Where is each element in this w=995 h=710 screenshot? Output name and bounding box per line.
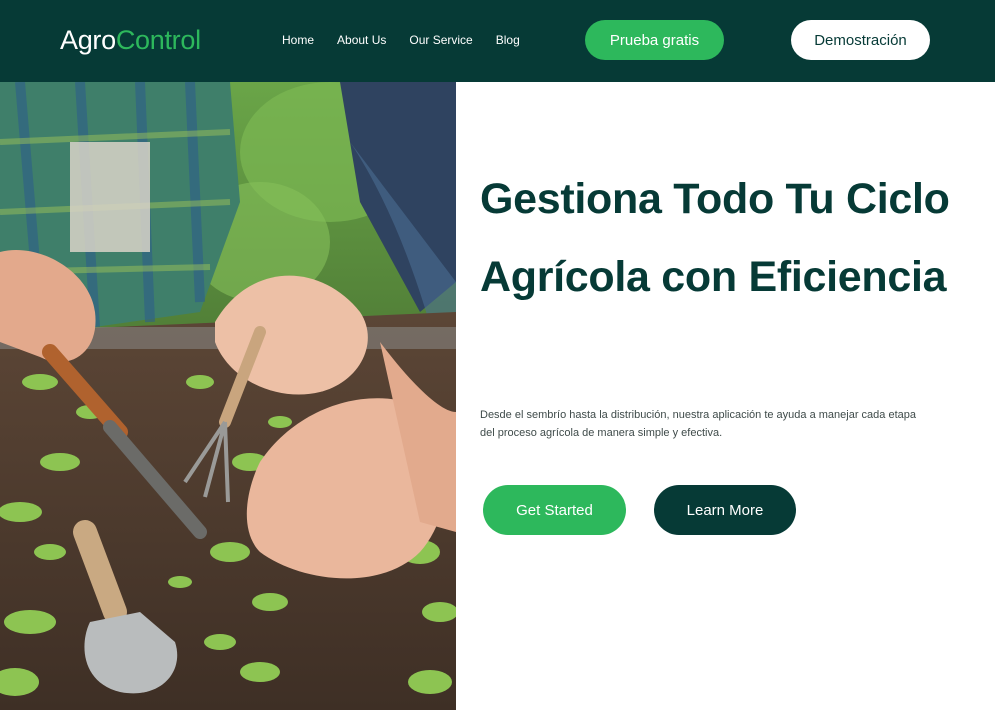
get-started-button[interactable]: Get Started	[483, 485, 626, 535]
nav-links: Home About Us Our Service Blog	[282, 33, 543, 48]
navbar: AgroControl Home About Us Our Service Bl…	[0, 0, 995, 82]
hero-description: Desde el sembrío hasta la distribución, …	[480, 409, 916, 439]
free-trial-button[interactable]: Prueba gratis	[585, 20, 724, 60]
demo-button[interactable]: Demostración	[791, 20, 930, 60]
logo[interactable]: AgroControl	[60, 22, 201, 58]
nav-link-blog[interactable]: Blog	[496, 33, 520, 48]
logo-text-control: Control	[115, 25, 201, 55]
hero-title: Gestiona Todo Tu Ciclo Agrícola con Efic…	[480, 175, 950, 301]
nav-link-home[interactable]: Home	[282, 33, 314, 48]
nav-link-about-us[interactable]: About Us	[337, 33, 386, 48]
learn-more-button[interactable]: Learn More	[654, 485, 796, 535]
gardening-illustration	[0, 82, 456, 710]
logo-text-agro: Agro	[60, 25, 116, 55]
hero-image	[0, 82, 456, 710]
nav-link-our-service[interactable]: Our Service	[409, 33, 472, 48]
